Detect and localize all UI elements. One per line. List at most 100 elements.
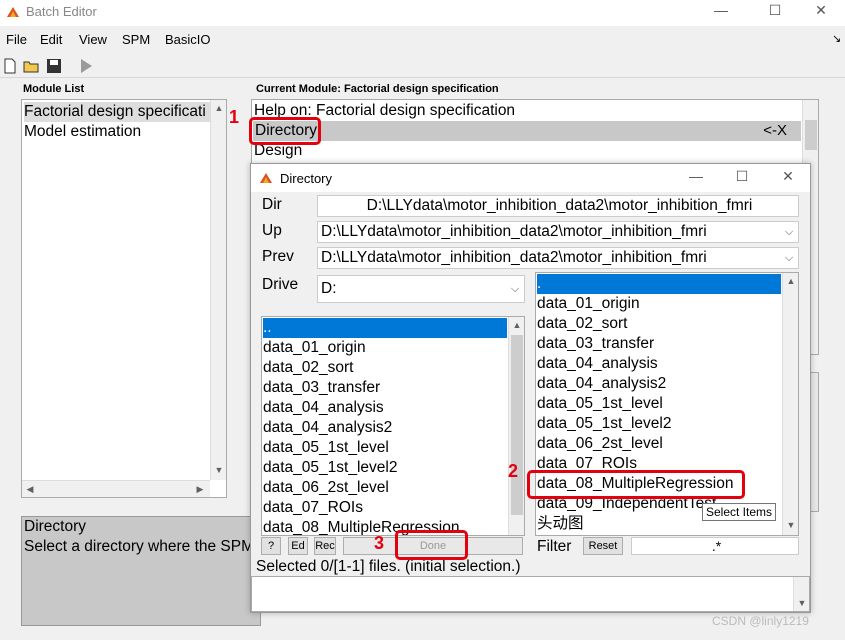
dir-field[interactable]: D:\LLYdata\motor_inhibition_data2\motor_… xyxy=(317,195,799,217)
menu-file[interactable]: File xyxy=(6,32,27,47)
chevron-down-icon[interactable]: ⌵ xyxy=(506,276,524,302)
matlab-icon xyxy=(7,7,19,17)
left-dir-list-item[interactable]: data_08_MultipleRegression xyxy=(263,518,507,535)
left-dir-list[interactable]: .. data_01_origin data_02_sort data_03_tran… xyxy=(261,316,525,536)
menu-spm[interactable]: SPM xyxy=(122,32,150,47)
scroll-up-icon[interactable]: ▲ xyxy=(211,100,226,116)
prev-label: Prev xyxy=(262,248,294,265)
help-text: Select a directory where the SPM xyxy=(24,538,255,555)
annotation-box-1 xyxy=(249,117,321,145)
run-icon[interactable] xyxy=(78,58,94,74)
scroll-down-icon[interactable]: ▼ xyxy=(211,462,226,478)
module-list-hscroll[interactable]: ◀ ▶ xyxy=(22,480,210,497)
dock-arrow-icon[interactable]: ↘ xyxy=(832,32,841,45)
watermark: CSDN @linly1219 xyxy=(712,614,809,628)
drive-combo[interactable]: D: ⌵ xyxy=(317,275,525,303)
dialog-maximize-icon[interactable]: ☐ xyxy=(727,168,757,188)
selected-list-vscroll[interactable]: ▼ xyxy=(793,577,809,611)
left-dir-list-item[interactable]: data_03_transfer xyxy=(263,378,507,398)
filter-input[interactable]: .* xyxy=(631,537,799,555)
left-dir-list-item[interactable]: data_01_origin xyxy=(263,338,507,358)
right-list-vscroll[interactable]: ▲ ▼ xyxy=(782,273,798,535)
left-dir-list-item[interactable]: data_05_1st_level xyxy=(263,438,507,458)
right-file-list-item[interactable]: data_01_origin xyxy=(537,294,781,314)
dialog-title-bar: Directory — ☐ ✕ xyxy=(251,164,810,192)
annotation-number-1: 1 xyxy=(229,107,240,127)
module-list-label: Module List xyxy=(23,83,85,95)
ed-button[interactable]: Ed xyxy=(288,537,308,555)
window-title: Batch Editor xyxy=(26,4,97,19)
dir-label: Dir xyxy=(262,196,282,213)
right-file-list-item[interactable]: data_03_transfer xyxy=(537,334,781,354)
left-dir-list-item[interactable]: data_04_analysis2 xyxy=(263,418,507,438)
right-file-list-item[interactable]: data_02_sort xyxy=(537,314,781,334)
annotation-box-3 xyxy=(395,530,468,560)
right-file-list-item[interactable]: data_05_1st_level xyxy=(537,394,781,414)
drive-value: D: xyxy=(321,280,337,297)
open-folder-icon[interactable] xyxy=(23,58,39,74)
filter-label: Filter xyxy=(537,538,572,555)
up-label: Up xyxy=(262,222,282,239)
right-file-list-item[interactable]: . xyxy=(537,274,781,294)
annotation-number-2: 2 xyxy=(508,461,519,481)
scroll-thumb[interactable] xyxy=(511,335,523,515)
scroll-down-icon[interactable]: ▼ xyxy=(794,595,809,611)
title-bar: Batch Editor — ☐ ✕ xyxy=(0,0,845,26)
toolbar xyxy=(0,54,845,78)
menu-bar: File Edit View SPM BasicIO ↘ xyxy=(0,28,845,50)
left-dir-list-item[interactable]: .. xyxy=(263,318,507,338)
reset-button[interactable]: Reset xyxy=(583,537,623,555)
chevron-down-icon[interactable]: ⌵ xyxy=(780,222,798,242)
menu-basicio[interactable]: BasicIO xyxy=(165,32,211,47)
left-dir-list-item[interactable]: data_04_analysis xyxy=(263,398,507,418)
left-dir-list-item[interactable]: data_05_1st_level2 xyxy=(263,458,507,478)
help-button[interactable]: ? xyxy=(261,537,281,555)
scroll-thumb[interactable] xyxy=(805,120,817,150)
rec-button[interactable]: Rec xyxy=(314,537,336,555)
right-file-list-item[interactable]: data_04_analysis2 xyxy=(537,374,781,394)
new-file-icon[interactable] xyxy=(2,58,18,74)
minimize-icon[interactable]: — xyxy=(706,2,736,22)
close-icon[interactable]: ✕ xyxy=(806,2,836,22)
drive-label: Drive xyxy=(262,276,299,293)
module-list-vscroll[interactable]: ▲ ▼ xyxy=(210,100,226,480)
prev-value: D:\LLYdata\motor_inhibition_data2\motor_… xyxy=(321,249,707,266)
right-file-list-item[interactable]: data_05_1st_level2 xyxy=(537,414,781,434)
scroll-up-icon[interactable]: ▲ xyxy=(783,273,798,289)
module-list[interactable]: Factorial design specificati Model estim… xyxy=(21,99,227,498)
prev-combo[interactable]: D:\LLYdata\motor_inhibition_data2\motor_… xyxy=(317,247,799,269)
help-title: Directory xyxy=(24,518,87,535)
up-combo[interactable]: D:\LLYdata\motor_inhibition_data2\motor_… xyxy=(317,221,799,243)
scroll-left-icon[interactable]: ◀ xyxy=(22,481,38,497)
left-list-vscroll[interactable]: ▲ xyxy=(508,317,524,535)
menu-view[interactable]: View xyxy=(79,32,107,47)
module-item-model-estimation[interactable]: Model estimation xyxy=(24,122,141,142)
right-file-list-item[interactable]: data_06_2st_level xyxy=(537,434,781,454)
module-item-factorial[interactable]: Factorial design specificati xyxy=(24,102,210,122)
dialog-minimize-icon[interactable]: — xyxy=(681,168,711,188)
selected-files-list[interactable]: ▼ xyxy=(251,576,810,612)
chevron-down-icon[interactable]: ⌵ xyxy=(780,248,798,268)
annotation-number-3: 3 xyxy=(374,533,385,553)
current-module-label: Current Module: Factorial design specifi… xyxy=(256,83,499,95)
maximize-icon[interactable]: ☐ xyxy=(760,2,790,22)
directory-row[interactable]: Directory <-X xyxy=(253,121,801,141)
directory-row-status: <-X xyxy=(763,122,787,139)
menu-edit[interactable]: Edit xyxy=(40,32,62,47)
left-dir-list-item[interactable]: data_02_sort xyxy=(263,358,507,378)
scroll-right-icon[interactable]: ▶ xyxy=(192,481,208,497)
annotation-box-2 xyxy=(527,470,745,499)
status-text: Selected 0/[1-1] files. (initial selecti… xyxy=(256,558,521,575)
help-panel: Directory Select a directory where the S… xyxy=(21,516,261,626)
save-icon[interactable] xyxy=(46,58,62,74)
dialog-close-icon[interactable]: ✕ xyxy=(773,168,803,188)
left-dir-list-item[interactable]: data_07_ROIs xyxy=(263,498,507,518)
right-file-list-item[interactable]: data_04_analysis xyxy=(537,354,781,374)
directory-dialog: Directory — ☐ ✕ Dir D:\LLYdata\motor_inh… xyxy=(250,163,811,613)
dialog-title: Directory xyxy=(280,171,333,186)
left-dir-list-item[interactable]: data_06_2st_level xyxy=(263,478,507,498)
up-value: D:\LLYdata\motor_inhibition_data2\motor_… xyxy=(321,223,707,240)
select-items-tooltip: Select Items xyxy=(702,503,777,521)
scroll-up-icon[interactable]: ▲ xyxy=(509,317,524,333)
scroll-down-icon[interactable]: ▼ xyxy=(783,517,798,533)
